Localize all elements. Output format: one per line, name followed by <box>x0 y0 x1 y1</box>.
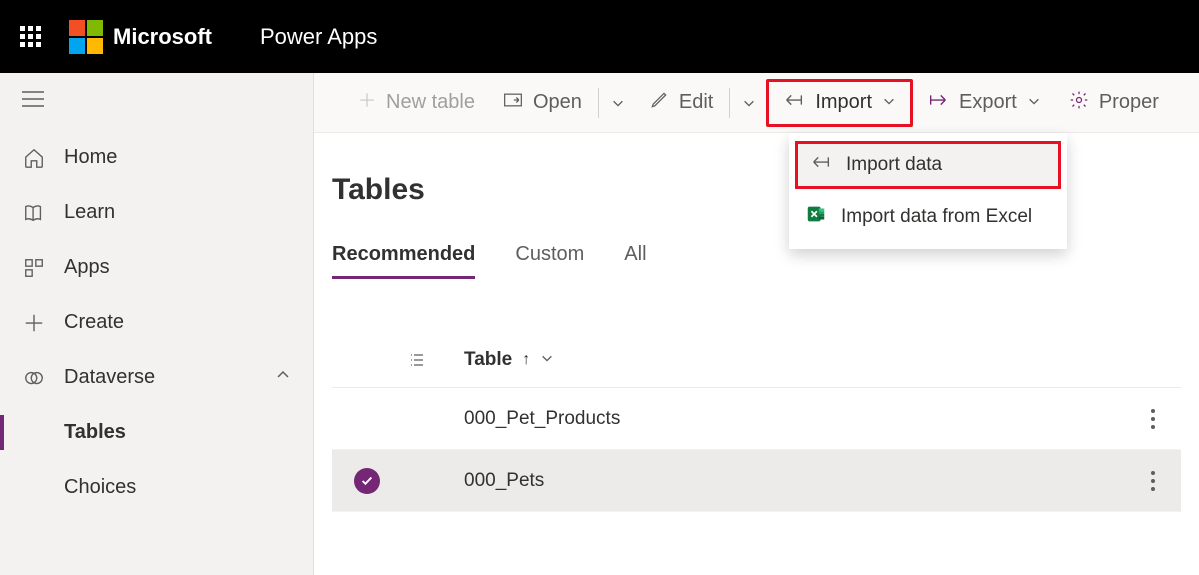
book-icon <box>22 202 46 224</box>
edit-chevron-button[interactable] <box>732 81 766 125</box>
sidebar: Home Learn Apps Create Dataverse <box>0 73 314 575</box>
row-more-button[interactable] <box>1125 471 1181 491</box>
excel-icon <box>805 203 827 231</box>
cmd-label: Export <box>959 91 1017 114</box>
import-data-menuitem[interactable]: Import data <box>798 144 1058 186</box>
edit-button[interactable]: Edit <box>635 81 727 125</box>
cmd-label: Proper <box>1099 91 1159 114</box>
import-icon <box>810 154 832 176</box>
column-header-name[interactable]: Table ↑ <box>464 349 1125 371</box>
sidebar-item-label: Learn <box>64 201 115 224</box>
tab-custom[interactable]: Custom <box>515 243 584 279</box>
main-area: New table Open Edit <box>314 73 1199 575</box>
import-data-highlight: Import data <box>795 141 1061 189</box>
sidebar-item-label: Create <box>64 311 124 334</box>
sidebar-item-dataverse[interactable]: Dataverse <box>0 350 313 405</box>
cmd-label: Import <box>815 91 872 114</box>
row-name: 000_Pet_Products <box>464 408 620 430</box>
divider <box>729 88 730 118</box>
import-excel-menuitem[interactable]: Import data from Excel <box>789 191 1067 243</box>
hamburger-button[interactable] <box>0 73 313 130</box>
sidebar-subitem-tables[interactable]: Tables <box>0 405 313 460</box>
menuitem-label: Import data <box>846 154 942 176</box>
menuitem-label: Import data from Excel <box>841 206 1032 228</box>
export-icon <box>927 91 949 114</box>
row-select[interactable] <box>332 468 402 494</box>
view-options-button[interactable] <box>402 351 464 369</box>
chevron-down-icon <box>540 349 554 371</box>
chevron-up-icon <box>275 366 291 389</box>
home-icon <box>22 147 46 169</box>
tab-all[interactable]: All <box>624 243 646 279</box>
sidebar-subitem-label: Choices <box>64 476 136 498</box>
row-more-button[interactable] <box>1125 409 1181 429</box>
new-table-button[interactable]: New table <box>344 81 489 125</box>
microsoft-logo-icon <box>69 20 103 54</box>
command-bar: New table Open Edit <box>314 73 1199 133</box>
open-icon <box>503 91 523 115</box>
table-header-row: Table ↑ <box>332 337 1181 388</box>
sidebar-item-home[interactable]: Home <box>0 130 313 185</box>
divider <box>598 88 599 118</box>
tab-recommended[interactable]: Recommended <box>332 243 475 279</box>
dataverse-icon <box>22 367 46 389</box>
cmd-label: New table <box>386 91 475 114</box>
app-name: Power Apps <box>260 24 377 50</box>
sidebar-item-label: Home <box>64 146 117 169</box>
plus-icon <box>358 91 376 115</box>
brand: Microsoft <box>69 20 212 54</box>
import-button[interactable]: Import <box>769 81 910 125</box>
sidebar-subitem-choices[interactable]: Choices <box>0 460 313 515</box>
export-button[interactable]: Export <box>913 81 1055 125</box>
sidebar-item-create[interactable]: Create <box>0 295 313 350</box>
sidebar-item-label: Dataverse <box>64 366 155 389</box>
sort-asc-icon: ↑ <box>522 351 530 369</box>
sidebar-item-label: Apps <box>64 256 110 279</box>
more-icon <box>1151 471 1155 491</box>
import-icon <box>783 91 805 114</box>
chevron-down-icon <box>882 91 896 114</box>
checkmark-icon <box>354 468 380 494</box>
sidebar-subitem-label: Tables <box>64 421 126 443</box>
properties-button[interactable]: Proper <box>1055 81 1173 125</box>
cmd-label: Open <box>533 91 582 114</box>
brand-name: Microsoft <box>113 24 212 50</box>
plus-icon <box>22 312 46 334</box>
global-header: Microsoft Power Apps <box>0 0 1199 73</box>
import-dropdown: Import data Import data from Excel <box>789 133 1067 249</box>
chevron-down-icon <box>1027 91 1041 114</box>
open-chevron-button[interactable] <box>601 81 635 125</box>
open-button[interactable]: Open <box>489 81 596 125</box>
pencil-icon <box>649 90 669 116</box>
column-header-label: Table <box>464 349 512 371</box>
table-row[interactable]: 000_Pets <box>332 450 1181 512</box>
app-launcher-icon[interactable] <box>20 26 41 47</box>
more-icon <box>1151 409 1155 429</box>
gear-icon <box>1069 90 1089 116</box>
cmd-label: Edit <box>679 91 713 114</box>
sidebar-item-apps[interactable]: Apps <box>0 240 313 295</box>
sidebar-item-learn[interactable]: Learn <box>0 185 313 240</box>
row-name: 000_Pets <box>464 470 544 492</box>
apps-icon <box>22 257 46 279</box>
tables-grid: Table ↑ 000_Pet_Products <box>332 337 1181 512</box>
import-button-highlight: Import <box>766 79 913 127</box>
table-row[interactable]: 000_Pet_Products <box>332 388 1181 450</box>
